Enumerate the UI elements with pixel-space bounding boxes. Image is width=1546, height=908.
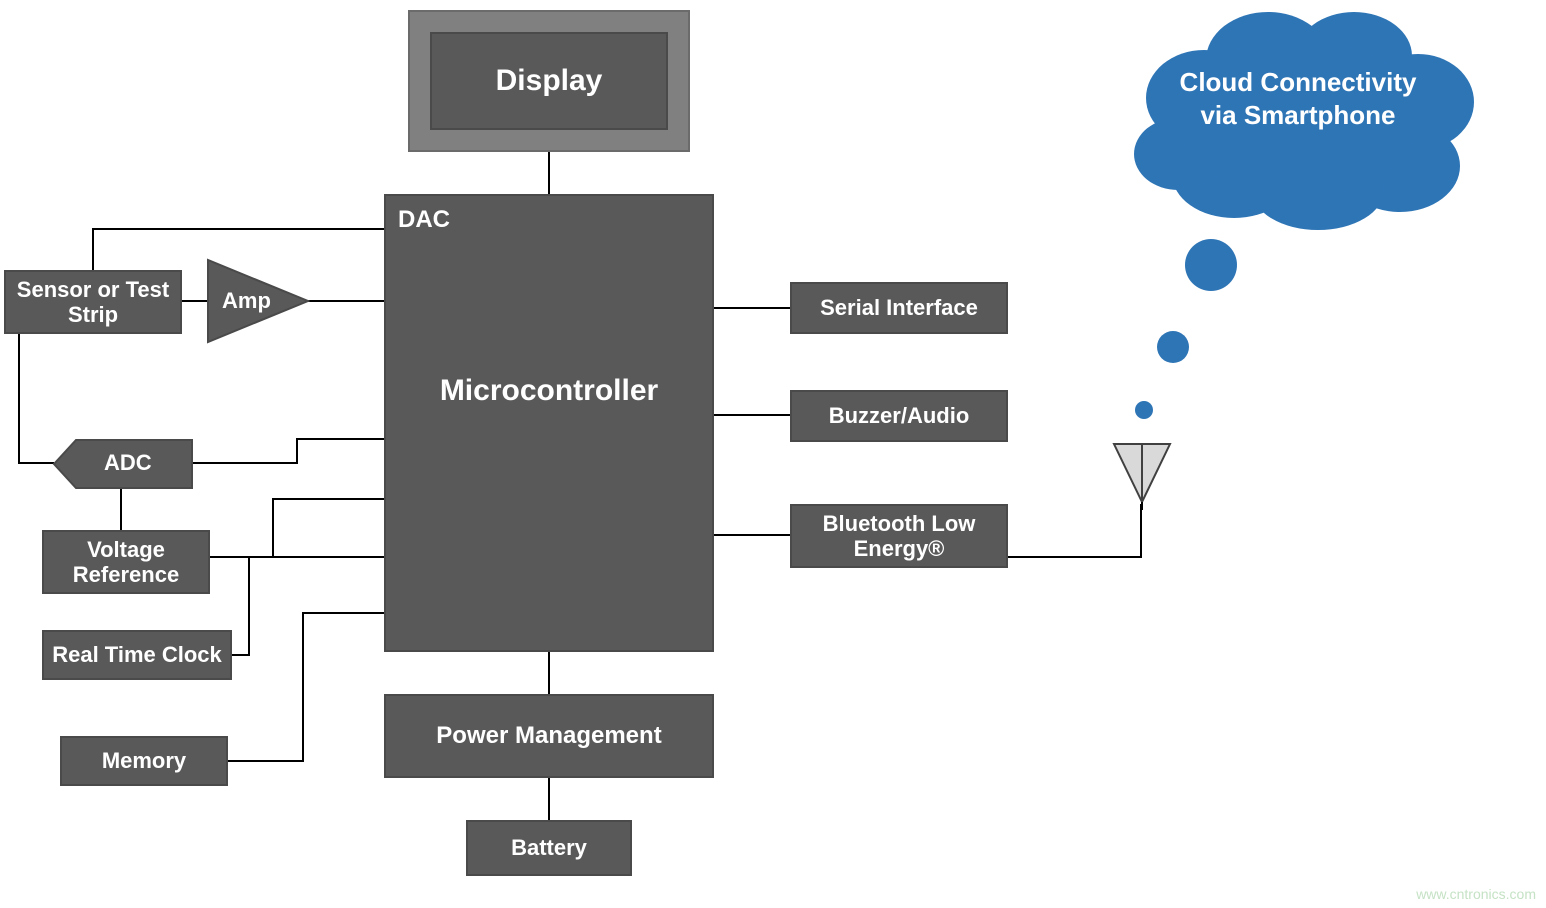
battery-label: Battery bbox=[503, 831, 595, 864]
conn-vref-mcu-v bbox=[272, 498, 274, 558]
cloud-dot-large bbox=[1184, 238, 1238, 292]
ble-label: Bluetooth Low Energy® bbox=[792, 507, 1006, 566]
memory-label: Memory bbox=[94, 744, 194, 777]
conn-loop-top bbox=[92, 228, 384, 230]
conn-rtc-mcu bbox=[248, 556, 384, 558]
watermark: www.cntronics.com bbox=[1416, 886, 1536, 902]
power-block: Power Management bbox=[384, 694, 714, 778]
conn-display-mcu bbox=[548, 152, 550, 194]
amp-label: Amp bbox=[222, 288, 271, 314]
sensor-block: Sensor or Test Strip bbox=[4, 270, 182, 334]
conn-mem-mcu-v bbox=[302, 612, 304, 762]
conn-mcu-ble bbox=[714, 534, 790, 536]
conn-mcu-buzzer bbox=[714, 414, 790, 416]
display-label: Display bbox=[488, 60, 611, 103]
conn-vref-mcu bbox=[272, 498, 384, 500]
conn-mcu-adc-h2 bbox=[192, 462, 298, 464]
buzzer-label: Buzzer/Audio bbox=[821, 399, 978, 432]
conn-ble-antenna-h bbox=[1008, 556, 1142, 558]
conn-power-battery bbox=[548, 778, 550, 820]
conn-mem-mcu bbox=[302, 612, 384, 614]
cloud-dot-med bbox=[1156, 330, 1190, 364]
display-block: Display bbox=[430, 32, 668, 130]
conn-mem-mcu-h2 bbox=[228, 760, 304, 762]
power-label: Power Management bbox=[428, 718, 669, 754]
conn-adc-left-tail bbox=[18, 462, 54, 464]
battery-block: Battery bbox=[466, 820, 632, 876]
conn-mcu-serial bbox=[714, 307, 790, 309]
conn-mcu-power bbox=[548, 652, 550, 694]
memory-block: Memory bbox=[60, 736, 228, 786]
cloud-dot-small bbox=[1134, 400, 1154, 420]
mcu-dac-label: DAC bbox=[398, 206, 450, 234]
antenna-icon bbox=[1110, 440, 1174, 510]
vref-block: Voltage Reference bbox=[42, 530, 210, 594]
conn-rtc-mcu-h2 bbox=[232, 654, 250, 656]
rtc-label: Real Time Clock bbox=[44, 638, 230, 671]
mcu-block: DAC Microcontroller bbox=[384, 194, 714, 652]
conn-adc-vref bbox=[120, 486, 122, 532]
cloud-label: Cloud Connectivity via Smartphone bbox=[1168, 66, 1428, 131]
sensor-label: Sensor or Test Strip bbox=[6, 273, 180, 332]
buzzer-block: Buzzer/Audio bbox=[790, 390, 1008, 442]
serial-label: Serial Interface bbox=[812, 291, 986, 324]
rtc-block: Real Time Clock bbox=[42, 630, 232, 680]
conn-rtc-mcu-v bbox=[248, 556, 250, 656]
vref-label: Voltage Reference bbox=[44, 533, 208, 592]
conn-loop-up bbox=[92, 228, 94, 272]
adc-label: ADC bbox=[104, 450, 152, 476]
conn-ble-antenna-v bbox=[1140, 504, 1142, 558]
serial-block: Serial Interface bbox=[790, 282, 1008, 334]
ble-block: Bluetooth Low Energy® bbox=[790, 504, 1008, 568]
mcu-main-label: Microcontroller bbox=[440, 374, 658, 408]
conn-mcu-adc bbox=[296, 438, 384, 440]
conn-mcu-adc-v bbox=[296, 438, 298, 464]
conn-amp-mcu bbox=[306, 300, 384, 302]
